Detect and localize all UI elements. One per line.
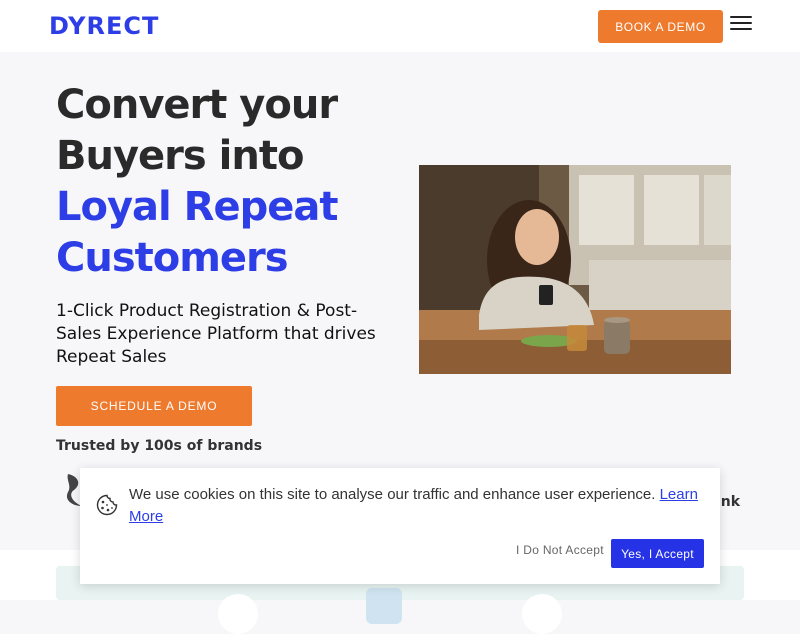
decline-cookies-button[interactable]: I Do Not Accept [516,543,604,557]
feature-circle-left [218,594,258,634]
hero-title-line2: Buyers into [56,133,304,179]
site-header: DYRECT BOOK A DEMO [0,0,800,52]
hero-title-line1: Convert your [56,82,338,128]
cookie-message: We use cookies on this site to analyse o… [129,484,704,528]
hero-subhead: 1-Click Product Registration & Post-Sale… [56,301,376,367]
trusted-by-text: Trusted by 100s of brands [56,438,263,454]
dyrect-logo[interactable]: DYRECT [49,12,159,40]
feature-circle-right [522,594,562,634]
hero-title: Convert your Buyers into Loyal Repeat Cu… [56,80,396,284]
hero-photo [419,165,731,374]
cookie-message-text: We use cookies on this site to analyse o… [129,486,656,503]
hero-title-line4: Customers [56,235,289,281]
woman-with-phone-image [419,165,731,374]
schedule-demo-button[interactable]: SCHEDULE A DEMO [56,386,252,426]
feature-tile-middle [366,588,402,624]
cookie-banner: We use cookies on this site to analyse o… [80,468,720,584]
accept-cookies-button[interactable]: Yes, I Accept [611,539,704,568]
hero-title-line3: Loyal Repeat [56,184,338,230]
book-demo-button[interactable]: BOOK A DEMO [598,10,723,43]
logo-text: DYRECT [49,12,160,40]
hamburger-menu-icon[interactable] [730,16,752,32]
cookie-icon [96,494,118,516]
